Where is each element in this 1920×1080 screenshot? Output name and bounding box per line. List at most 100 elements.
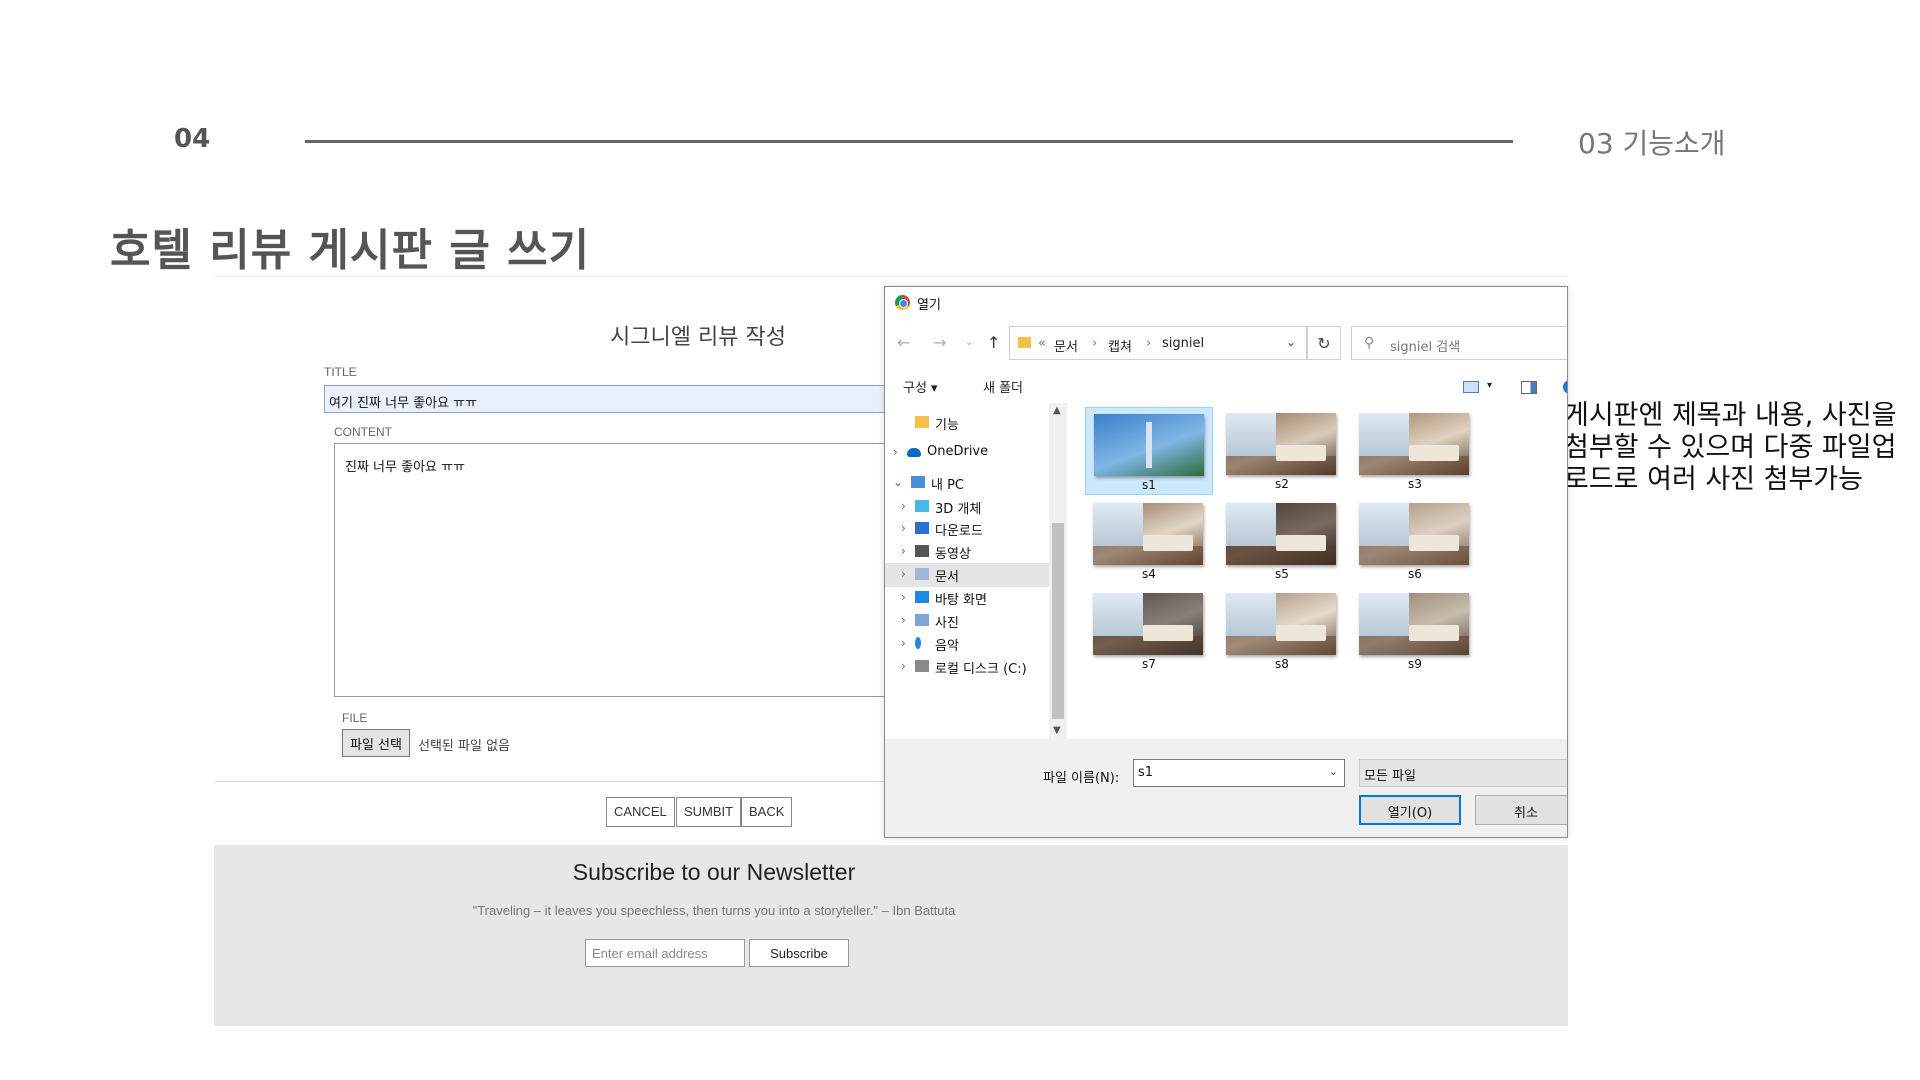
expand-chevron-icon[interactable]: › bbox=[901, 499, 906, 513]
expand-chevron-icon[interactable]: › bbox=[901, 613, 906, 627]
subscribe-button[interactable]: Subscribe bbox=[749, 939, 849, 967]
file-item[interactable]: s2 bbox=[1218, 407, 1346, 495]
nav-item[interactable]: › 3D 개체 bbox=[885, 495, 1049, 519]
nav-item[interactable]: › 다운로드 bbox=[885, 517, 1049, 541]
nav-item[interactable]: › 음악 bbox=[885, 632, 1049, 656]
view-options-icon[interactable] bbox=[1463, 381, 1479, 393]
nav-item[interactable]: › 문서 bbox=[885, 563, 1049, 587]
file-item[interactable]: s9 bbox=[1351, 587, 1479, 675]
file-item[interactable]: s1 bbox=[1085, 407, 1213, 495]
nav-item[interactable]: ⌄ 내 PC bbox=[885, 471, 1049, 495]
nav-item-label: 바탕 화면 bbox=[935, 593, 987, 608]
image-thumbnail bbox=[1359, 593, 1469, 655]
scroll-down-icon[interactable]: ▼ bbox=[1053, 725, 1061, 736]
preview-pane-icon[interactable] bbox=[1521, 381, 1537, 394]
bed-shape bbox=[1142, 535, 1194, 552]
search-icon: ⚲ bbox=[1364, 335, 1375, 351]
nav-item-label: 기능 bbox=[935, 418, 959, 433]
organize-menu[interactable]: 구성 ▾ bbox=[903, 377, 938, 396]
bed-shape bbox=[1408, 445, 1460, 462]
expand-chevron-icon[interactable]: ⌄ bbox=[893, 475, 903, 489]
image-thumbnail bbox=[1093, 503, 1203, 565]
scroll-up-icon[interactable]: ▲ bbox=[1053, 405, 1061, 416]
nav-scrollbar[interactable]: ▲ ▼ bbox=[1049, 403, 1067, 739]
filename-dropdown-icon[interactable]: ⌄ bbox=[1329, 765, 1338, 778]
back-arrow-icon[interactable]: ← bbox=[897, 333, 910, 352]
submit-button[interactable]: SUMBIT bbox=[676, 797, 742, 827]
image-thumbnail bbox=[1226, 503, 1336, 565]
filename-input[interactable]: s1 ⌄ bbox=[1133, 759, 1345, 787]
slide-title: 호텔 리뷰 게시판 글 쓰기 bbox=[110, 225, 591, 276]
file-item[interactable]: s5 bbox=[1218, 497, 1346, 585]
bed-shape bbox=[1408, 535, 1460, 552]
folder-icon bbox=[1018, 337, 1031, 348]
breadcrumb-separator: › bbox=[1146, 336, 1152, 351]
window-shape bbox=[1226, 503, 1276, 547]
address-dropdown-icon[interactable]: ⌄ bbox=[1286, 335, 1296, 349]
tower-shape bbox=[1146, 422, 1152, 468]
newsletter-email-input[interactable]: Enter email address bbox=[585, 939, 745, 967]
cancel-button[interactable]: CANCEL bbox=[606, 797, 675, 827]
search-input[interactable]: ⚲ signiel 검색 bbox=[1351, 326, 1567, 360]
nav-item[interactable]: › OneDrive bbox=[885, 441, 1049, 465]
breadcrumb-signiel[interactable]: signiel bbox=[1162, 336, 1204, 351]
expand-chevron-icon[interactable]: › bbox=[901, 521, 906, 535]
image-thumbnail bbox=[1359, 413, 1469, 475]
file-item[interactable]: s8 bbox=[1218, 587, 1346, 675]
video-icon bbox=[915, 545, 929, 557]
filename-label: 파일 이름(N): bbox=[1043, 771, 1120, 786]
image-thumbnail bbox=[1226, 593, 1336, 655]
nav-item[interactable]: › 사진 bbox=[885, 609, 1049, 633]
bed-shape bbox=[1142, 625, 1194, 642]
3d-objects-icon bbox=[915, 500, 929, 512]
music-icon bbox=[915, 637, 921, 649]
onedrive-icon bbox=[907, 448, 921, 457]
choose-file-button[interactable]: 파일 선택 bbox=[342, 729, 410, 757]
file-item[interactable]: s7 bbox=[1085, 587, 1213, 675]
bed-shape bbox=[1408, 625, 1460, 642]
filetype-select[interactable]: 모든 파일 bbox=[1359, 759, 1567, 787]
file-item[interactable]: s3 bbox=[1351, 407, 1479, 495]
file-item[interactable]: s6 bbox=[1351, 497, 1479, 585]
header-divider bbox=[305, 140, 1513, 143]
pictures-icon bbox=[915, 614, 929, 626]
image-thumbnail bbox=[1093, 593, 1203, 655]
open-button[interactable]: 열기(O) bbox=[1359, 795, 1461, 825]
dialog-cancel-button[interactable]: 취소 bbox=[1475, 795, 1567, 825]
expand-chevron-icon[interactable]: › bbox=[901, 636, 906, 650]
nav-item-label: 내 PC bbox=[931, 478, 965, 493]
expand-chevron-icon[interactable]: › bbox=[893, 445, 898, 459]
new-folder-button[interactable]: 새 폴더 bbox=[983, 377, 1023, 396]
expand-chevron-icon[interactable]: › bbox=[901, 567, 906, 581]
breadcrumb-documents[interactable]: 문서 bbox=[1054, 336, 1078, 355]
file-name-label: s1 bbox=[1142, 478, 1156, 492]
up-arrow-icon[interactable]: ↑ bbox=[987, 333, 1000, 352]
breadcrumb-captures[interactable]: 캡쳐 bbox=[1108, 336, 1132, 355]
nav-item[interactable]: › 바탕 화면 bbox=[885, 586, 1049, 610]
expand-chevron-icon[interactable]: › bbox=[901, 659, 906, 673]
scroll-thumb[interactable] bbox=[1052, 523, 1064, 719]
nav-item-label: OneDrive bbox=[927, 444, 989, 459]
help-icon[interactable] bbox=[1563, 380, 1567, 394]
address-bar[interactable]: « 문서 › 캡쳐 › signiel ⌄ bbox=[1009, 326, 1307, 360]
file-name-label: s2 bbox=[1275, 477, 1289, 491]
pc-icon bbox=[911, 476, 925, 488]
forward-arrow-icon[interactable]: → bbox=[933, 333, 946, 352]
recent-chevron-icon[interactable]: ⌄ bbox=[965, 337, 973, 348]
nav-item-label: 사진 bbox=[935, 616, 959, 631]
breadcrumb-overflow[interactable]: « bbox=[1038, 336, 1046, 351]
refresh-icon[interactable]: ↻ bbox=[1307, 326, 1341, 360]
view-dropdown-icon[interactable]: ▾ bbox=[1487, 380, 1492, 391]
newsletter-section: Subscribe to our Newsletter "Traveling –… bbox=[214, 845, 1568, 1026]
back-button[interactable]: BACK bbox=[741, 797, 793, 827]
nav-item[interactable]: 기능 bbox=[885, 411, 1049, 435]
dialog-navbar: ← → ⌄ ↑ « 문서 › 캡쳐 › signiel ⌄ ↻ ⚲ signie… bbox=[885, 323, 1567, 363]
title-label: TITLE bbox=[324, 365, 357, 379]
expand-chevron-icon[interactable]: › bbox=[901, 590, 906, 604]
nav-item[interactable]: › 로컬 디스크 (C:) bbox=[885, 655, 1049, 679]
file-status: 선택된 파일 없음 bbox=[418, 739, 510, 754]
file-item[interactable]: s4 bbox=[1085, 497, 1213, 585]
newsletter-title: Subscribe to our Newsletter bbox=[572, 859, 856, 885]
nav-item[interactable]: › 동영상 bbox=[885, 540, 1049, 564]
expand-chevron-icon[interactable]: › bbox=[901, 544, 906, 558]
